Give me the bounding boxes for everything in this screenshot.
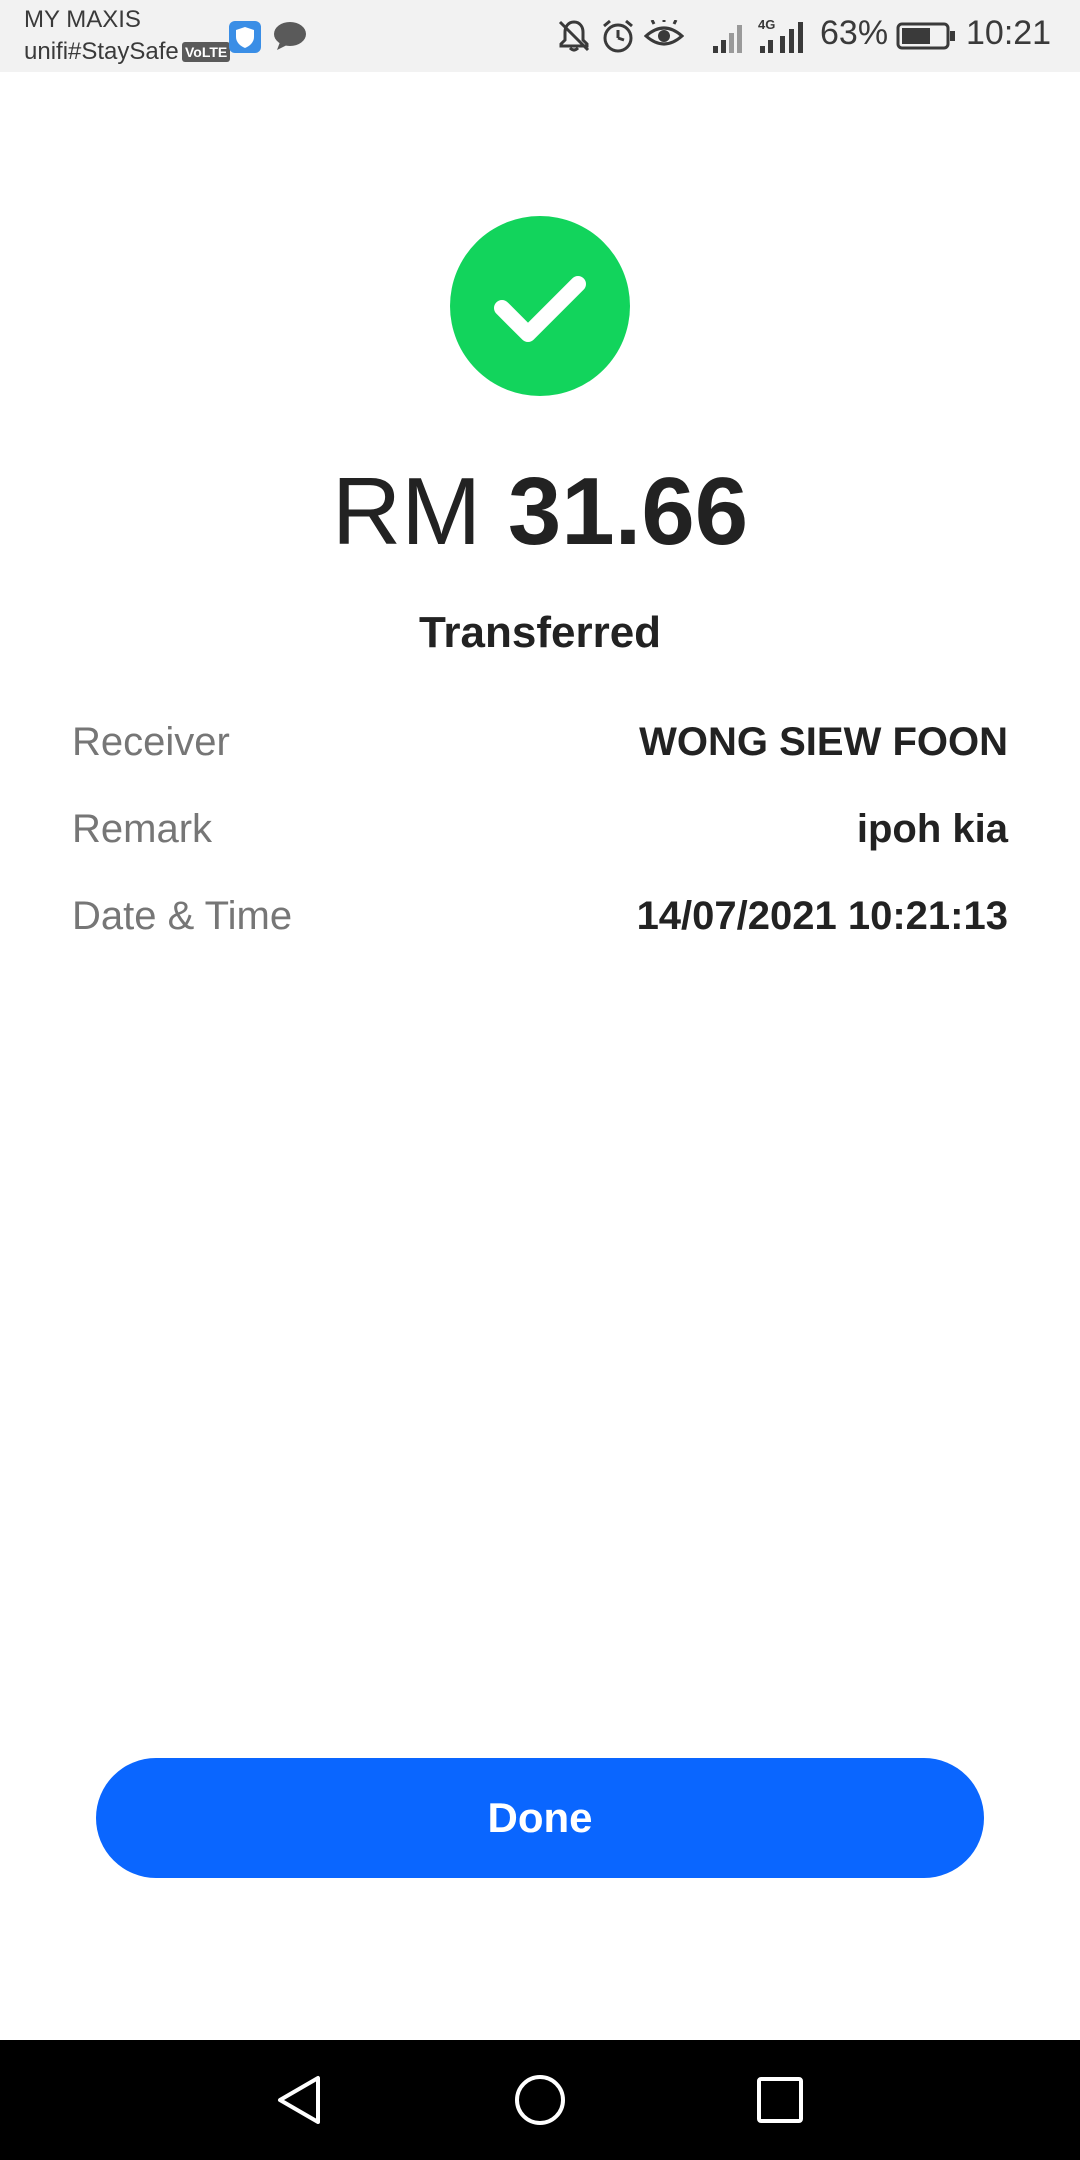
volte-badge: VoLTE [182, 42, 231, 62]
alarm-icon [600, 18, 636, 59]
receipt-content: RM 31.66 Transferred Receiver WONG SIEW … [0, 72, 1080, 2040]
battery-percent: 63% [820, 14, 889, 52]
carrier-name: MY MAXIS [24, 6, 141, 33]
transfer-status: Transferred [418, 608, 662, 657]
recents-icon[interactable] [750, 2070, 810, 2130]
network-badge: 4G [758, 17, 775, 32]
detail-value: WONG SIEW FOON [639, 720, 1008, 764]
currency-label: RM [331, 458, 482, 565]
home-icon[interactable] [510, 2070, 570, 2130]
detail-row-receiver: Receiver WONG SIEW FOON [72, 720, 1008, 780]
system-nav-bar [0, 2040, 1080, 2160]
signal-4g-icon: 4G [758, 16, 814, 59]
chat-icon [272, 20, 308, 57]
detail-row-datetime: Date & Time 14/07/2021 10:21:13 [72, 894, 1008, 954]
mute-icon [556, 18, 592, 59]
battery-icon [896, 22, 956, 55]
clock: 10:21 [966, 14, 1052, 52]
status-bar: MY MAXIS unifi#StaySafe VoLTE 4G 63% 10:… [0, 0, 1080, 72]
shield-icon [228, 20, 262, 59]
detail-value: ipoh kia [856, 807, 1008, 851]
signal-icon [712, 20, 748, 59]
detail-value: 14/07/2021 10:21:13 [636, 894, 1008, 938]
amount-display: RM 31.66 [0, 456, 1080, 568]
detail-label: Date & Time [72, 894, 293, 938]
eye-icon [643, 18, 685, 57]
amount-value: 31.66 [507, 458, 749, 565]
detail-row-remark: Remark ipoh kia [72, 807, 1008, 867]
detail-label: Remark [72, 807, 213, 851]
done-button[interactable]: Done [96, 1758, 984, 1878]
carrier-tagline: unifi#StaySafe [24, 38, 179, 65]
success-badge [450, 216, 630, 396]
check-icon [494, 276, 586, 342]
back-icon[interactable] [270, 2070, 330, 2130]
detail-label: Receiver [72, 720, 230, 764]
